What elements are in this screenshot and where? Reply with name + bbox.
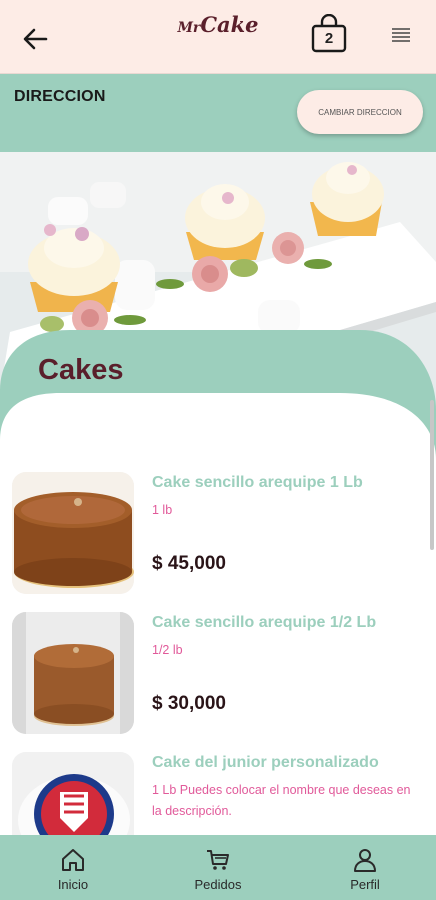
app-header: MrCake 2 <box>0 0 436 74</box>
section-title: Cakes <box>38 354 124 386</box>
change-address-button[interactable]: CAMBIAR DIRECCION <box>297 90 423 134</box>
product-description: 1/2 lb <box>152 643 183 657</box>
nav-label: Perfil <box>350 877 380 892</box>
nav-item-perfil[interactable]: Perfil <box>315 835 415 900</box>
product-name: Cake sencillo arequipe 1 Lb <box>152 474 363 491</box>
product-image-chocolate-cake[interactable] <box>12 472 134 594</box>
product-description: 1 lb <box>152 503 173 517</box>
back-arrow-icon[interactable] <box>20 24 50 54</box>
cart-icon <box>207 850 229 870</box>
product-description: 1 Lb Puedes colocar el nombre que deseas… <box>152 783 411 818</box>
product-card[interactable]: Cake sencillo arequipe 1/2 Lb 1/2 lb $ 3… <box>12 612 422 736</box>
home-icon <box>62 849 84 871</box>
address-bar: DIRECCION CAMBIAR DIRECCION <box>0 74 436 152</box>
product-card[interactable]: Cake sencillo arequipe 1 Lb 1 lb $ 45,00… <box>12 472 422 596</box>
product-name: Cake sencillo arequipe 1/2 Lb <box>152 614 377 631</box>
nav-item-pedidos[interactable]: Pedidos <box>168 835 268 900</box>
bottom-navigation: Inicio Pedidos Perfil <box>0 835 436 900</box>
nav-label: Pedidos <box>194 877 242 892</box>
product-name: Cake del junior personalizado <box>152 754 379 771</box>
product-image-junior-cake[interactable]: RICARDO <box>12 752 134 835</box>
cart-count-badge: 2 <box>324 30 334 47</box>
address-title: DIRECCION <box>14 88 106 105</box>
product-card[interactable]: RICARDO Cake del junior personalizado 1 … <box>12 752 422 835</box>
brand-logo[interactable]: MrCake <box>168 12 268 37</box>
nav-item-inicio[interactable]: Inicio <box>23 835 123 900</box>
nav-label: Inicio <box>57 877 89 892</box>
hamburger-menu-icon[interactable] <box>390 26 412 44</box>
scrollbar[interactable] <box>430 400 434 550</box>
product-price: $ 45,000 <box>152 553 226 574</box>
product-image-small-chocolate-cake[interactable] <box>12 612 134 734</box>
product-price: $ 30,000 <box>152 693 226 714</box>
user-icon <box>354 849 376 872</box>
section-wave-decoration <box>0 330 436 460</box>
